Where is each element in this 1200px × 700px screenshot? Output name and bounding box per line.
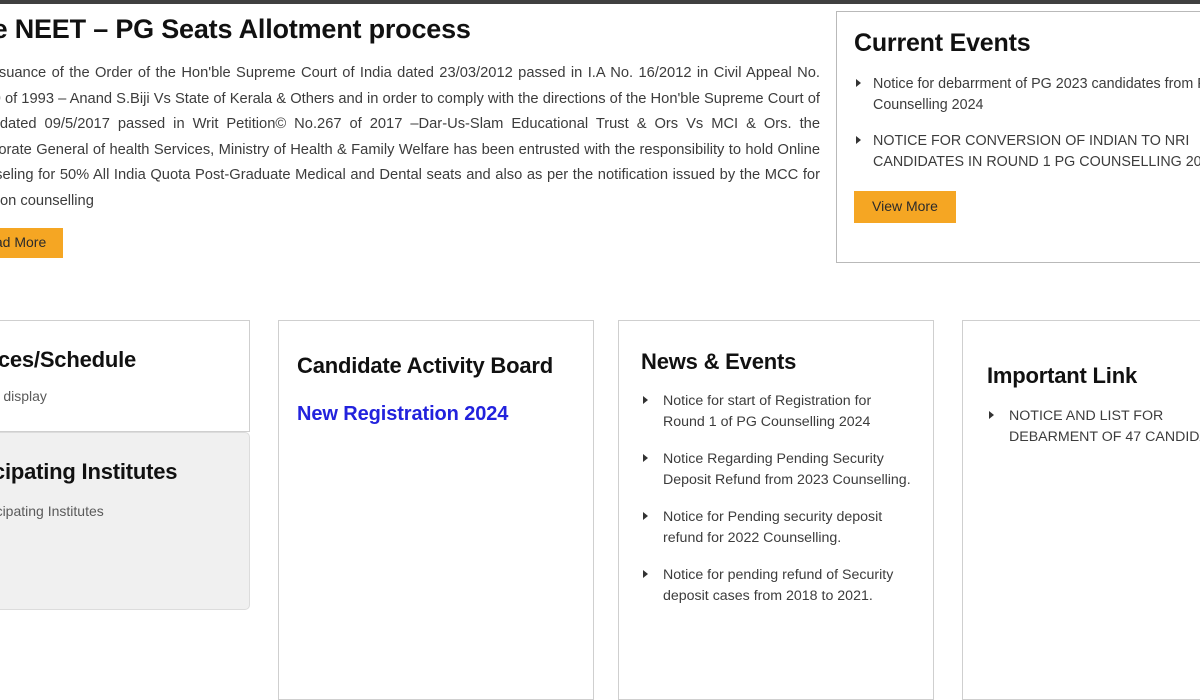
- list-item: Notice for pending refund of Security de…: [641, 565, 911, 606]
- news-item-link[interactable]: Notice for start of Registration for Rou…: [663, 393, 871, 430]
- current-events-list: Notice for debarrment of PG 2023 candida…: [854, 74, 1200, 173]
- bullet-triangle-icon: [856, 136, 861, 144]
- new-registration-link[interactable]: New Registration 2024: [297, 403, 508, 425]
- view-more-button[interactable]: View More: [854, 191, 956, 224]
- current-events-link[interactable]: NOTICE FOR CONVERSION OF INDIAN TO NRI C…: [873, 133, 1200, 170]
- participating-institutes-card: Participating Institutes No Participatin…: [0, 432, 250, 610]
- bullet-triangle-icon: [643, 396, 648, 404]
- news-and-events-title: News & Events: [641, 349, 797, 374]
- services-schedule-empty-text: No list to display: [0, 388, 47, 404]
- services-schedule-card: Services/Schedule No list to display: [0, 320, 250, 432]
- services-schedule-title: Services/Schedule: [0, 347, 137, 372]
- candidate-activity-board-card: Candidate Activity Board New Registratio…: [278, 320, 594, 700]
- bullet-triangle-icon: [856, 79, 861, 87]
- hero-description: In pursuance of the Order of the Hon'ble…: [0, 65, 820, 209]
- important-link-list: NOTICE AND LIST FOR DEBARMENT OF 47 CAND…: [987, 406, 1200, 447]
- bullet-triangle-icon: [643, 570, 648, 578]
- list-item: Notice for debarrment of PG 2023 candida…: [854, 74, 1200, 116]
- participating-institutes-title: Participating Institutes: [0, 459, 178, 484]
- important-link-title: Important Link: [987, 363, 1137, 388]
- participating-institutes-empty-text: No Participating Institutes: [0, 503, 104, 519]
- current-events-card: Current Events Notice for debarrment of …: [836, 11, 1200, 263]
- page-title: The NEET – PG Seats Allotment process: [0, 14, 471, 44]
- page-viewport: The NEET – PG Seats Allotment process In…: [0, 0, 1200, 700]
- news-and-events-list: Notice for start of Registration for Rou…: [641, 391, 911, 606]
- bullet-triangle-icon: [989, 411, 994, 419]
- important-link-card: Important Link NOTICE AND LIST FOR DEBAR…: [962, 320, 1200, 700]
- bullet-triangle-icon: [643, 512, 648, 520]
- current-events-title: Current Events: [854, 29, 1031, 57]
- list-item: Notice for start of Registration for Rou…: [641, 391, 911, 432]
- read-more-button[interactable]: Read More: [0, 228, 64, 259]
- news-item-link[interactable]: Notice for pending refund of Security de…: [663, 567, 893, 604]
- list-item: Notice for Pending security deposit refu…: [641, 507, 911, 548]
- bullet-triangle-icon: [643, 454, 648, 462]
- list-item: Notice Regarding Pending Security Deposi…: [641, 449, 911, 490]
- list-item: NOTICE FOR CONVERSION OF INDIAN TO NRI C…: [854, 131, 1200, 173]
- important-link-item[interactable]: NOTICE AND LIST FOR DEBARMENT OF 47 CAND…: [1009, 408, 1200, 445]
- candidate-activity-board-title: Candidate Activity Board: [297, 353, 553, 378]
- news-item-link[interactable]: Notice for Pending security deposit refu…: [663, 509, 882, 546]
- hero-section: The NEET – PG Seats Allotment process In…: [0, 14, 822, 259]
- current-events-link[interactable]: Notice for debarrment of PG 2023 candida…: [873, 76, 1200, 113]
- list-item: NOTICE AND LIST FOR DEBARMENT OF 47 CAND…: [987, 406, 1200, 447]
- news-item-link[interactable]: Notice Regarding Pending Security Deposi…: [663, 451, 911, 488]
- news-and-events-card: News & Events Notice for start of Regist…: [618, 320, 934, 700]
